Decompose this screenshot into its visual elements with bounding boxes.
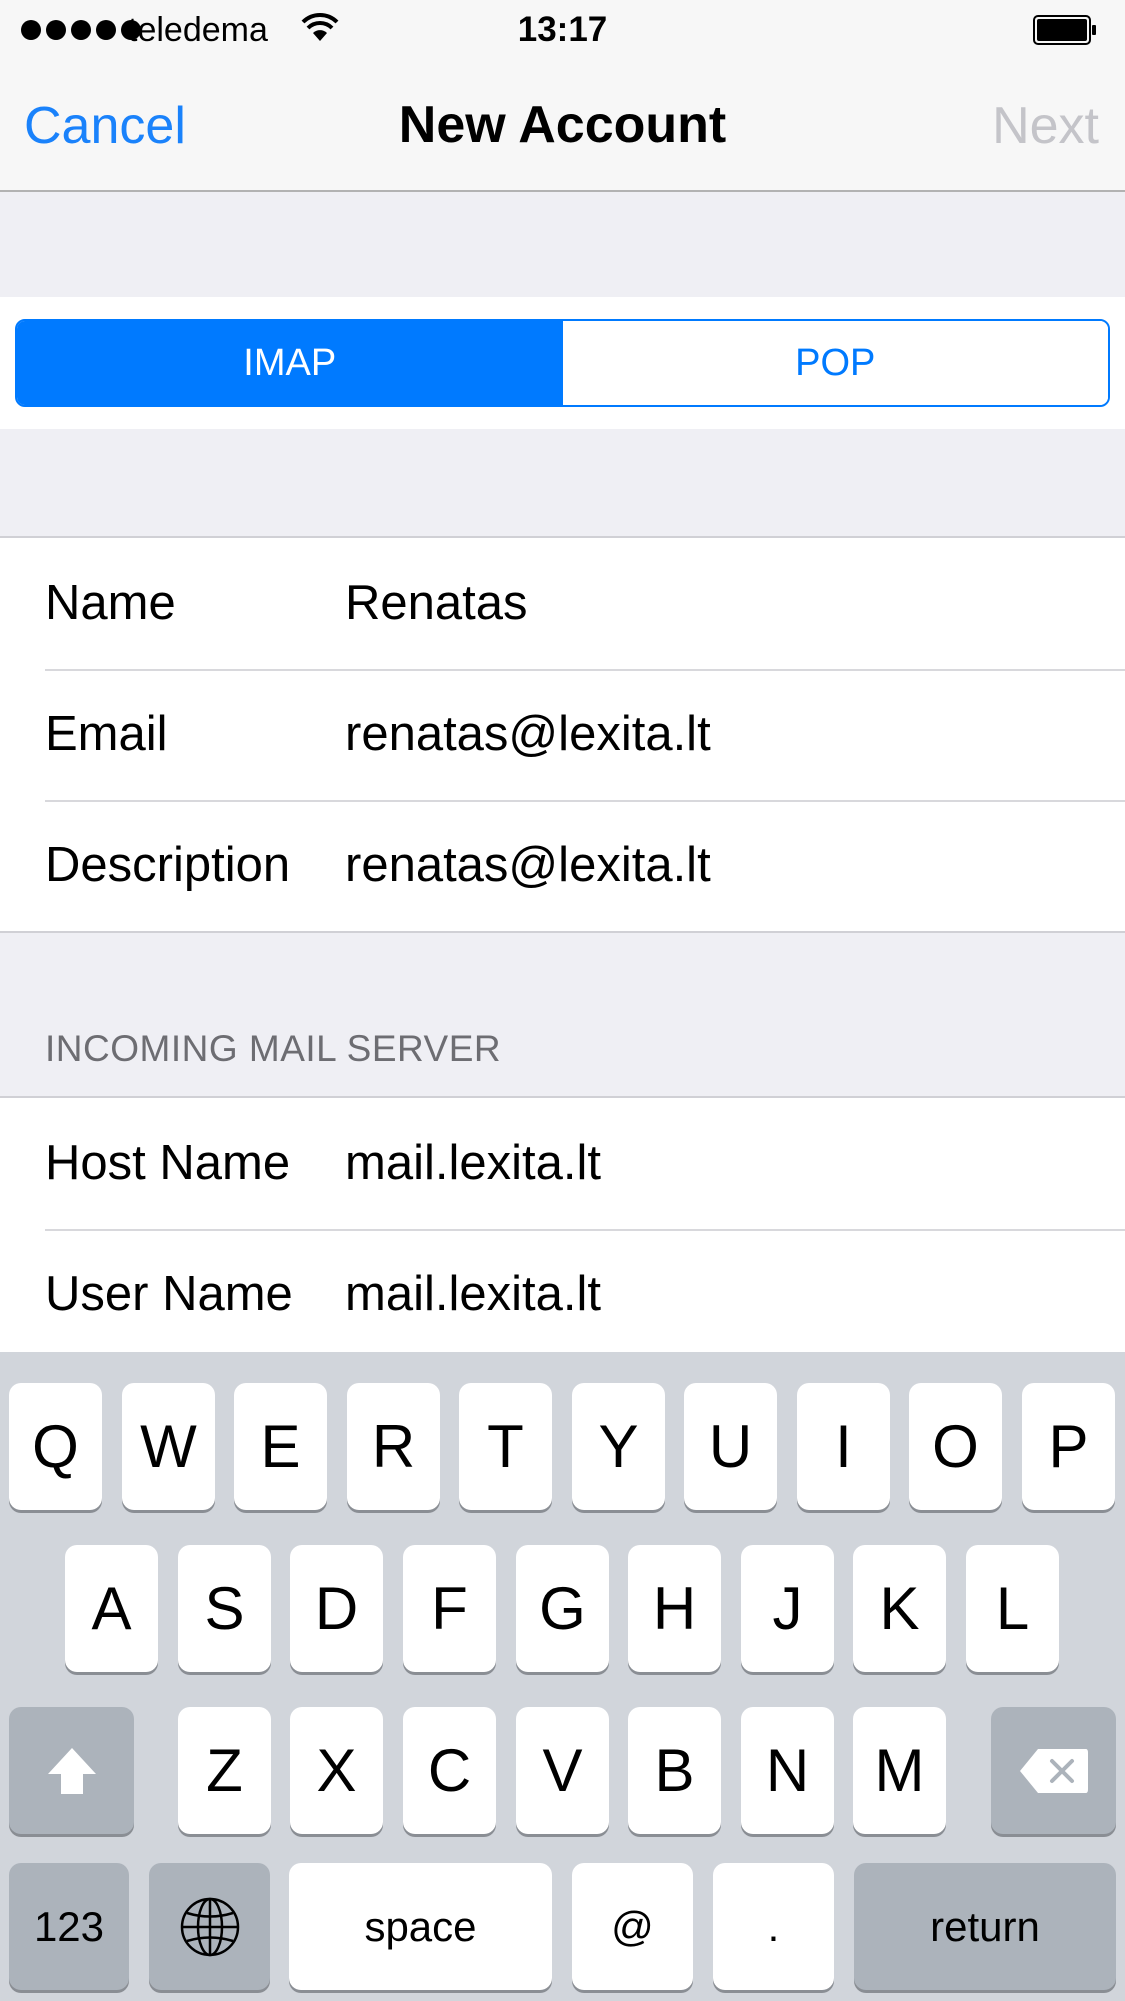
account-type-section: IMAP POP — [0, 297, 1125, 429]
email-row[interactable]: Email renatas@lexita.lt — [0, 669, 1125, 800]
status-time: 13:17 — [517, 10, 608, 49]
dot-key[interactable]: . — [713, 1863, 834, 1990]
description-row[interactable]: Description renatas@lexita.lt — [0, 800, 1125, 931]
backspace-key[interactable] — [991, 1707, 1116, 1834]
key-h[interactable]: H — [628, 1545, 721, 1672]
shift-icon — [47, 1747, 96, 1794]
email-field[interactable]: renatas@lexita.lt — [345, 706, 711, 762]
name-row[interactable]: Name Renatas — [0, 538, 1125, 669]
key-a[interactable]: A — [65, 1545, 158, 1672]
key-m[interactable]: M — [853, 1707, 946, 1834]
globe-key[interactable] — [149, 1863, 270, 1990]
backspace-icon — [1019, 1748, 1088, 1793]
key-x[interactable]: X — [290, 1707, 383, 1834]
segment-pop[interactable]: POP — [562, 321, 1108, 405]
user-name-row[interactable]: User Name mail.lexita.lt — [0, 1229, 1125, 1360]
key-s[interactable]: S — [178, 1545, 271, 1672]
key-c[interactable]: C — [403, 1707, 496, 1834]
key-k[interactable]: K — [853, 1545, 946, 1672]
name-label: Name — [45, 576, 176, 630]
status-bar: teledema 13:17 — [0, 0, 1125, 60]
incoming-server-group: Host Name mail.lexita.lt User Name mail.… — [0, 1096, 1125, 1360]
key-p[interactable]: P — [1022, 1383, 1115, 1510]
next-button[interactable]: Next — [992, 96, 1099, 156]
at-key[interactable]: @ — [572, 1863, 693, 1990]
shift-key[interactable] — [9, 1707, 134, 1834]
user-name-label: User Name — [45, 1267, 293, 1321]
description-label: Description — [45, 838, 291, 892]
key-e[interactable]: E — [234, 1383, 327, 1510]
host-name-label: Host Name — [45, 1136, 291, 1190]
account-type-segmented-control: IMAP POP — [15, 319, 1110, 407]
host-name-row[interactable]: Host Name mail.lexita.lt — [0, 1098, 1125, 1229]
keyboard: Q W E R T Y U I O P A S D F G H J K L Z … — [0, 1352, 1125, 2001]
key-w[interactable]: W — [122, 1383, 215, 1510]
space-key[interactable]: space — [289, 1863, 552, 1990]
key-r[interactable]: R — [347, 1383, 440, 1510]
account-info-group: Name Renatas Email renatas@lexita.lt Des… — [0, 536, 1125, 933]
segment-imap[interactable]: IMAP — [17, 321, 563, 405]
description-field[interactable]: renatas@lexita.lt — [345, 837, 711, 893]
key-g[interactable]: G — [516, 1545, 609, 1672]
key-q[interactable]: Q — [9, 1383, 102, 1510]
host-name-field[interactable]: mail.lexita.lt — [345, 1135, 601, 1191]
navigation-bar: Cancel New Account Next — [0, 60, 1125, 192]
key-n[interactable]: N — [741, 1707, 834, 1834]
key-i[interactable]: I — [797, 1383, 890, 1510]
key-z[interactable]: Z — [178, 1707, 271, 1834]
battery-icon — [1033, 15, 1096, 45]
key-l[interactable]: L — [966, 1545, 1059, 1672]
key-f[interactable]: F — [403, 1545, 496, 1672]
key-v[interactable]: V — [516, 1707, 609, 1834]
incoming-mail-server-header: INCOMING MAIL SERVER — [45, 1028, 502, 1069]
key-o[interactable]: O — [909, 1383, 1002, 1510]
user-name-field[interactable]: mail.lexita.lt — [345, 1266, 601, 1322]
return-key[interactable]: return — [854, 1863, 1116, 1990]
key-d[interactable]: D — [290, 1545, 383, 1672]
key-t[interactable]: T — [459, 1383, 552, 1510]
key-j[interactable]: J — [741, 1545, 834, 1672]
key-b[interactable]: B — [628, 1707, 721, 1834]
key-y[interactable]: Y — [572, 1383, 665, 1510]
page-title: New Account — [398, 96, 727, 154]
email-label: Email — [45, 707, 168, 761]
key-u[interactable]: U — [684, 1383, 777, 1510]
name-field[interactable]: Renatas — [345, 575, 528, 631]
globe-icon — [180, 1897, 239, 1956]
numbers-key[interactable]: 123 — [9, 1863, 129, 1990]
